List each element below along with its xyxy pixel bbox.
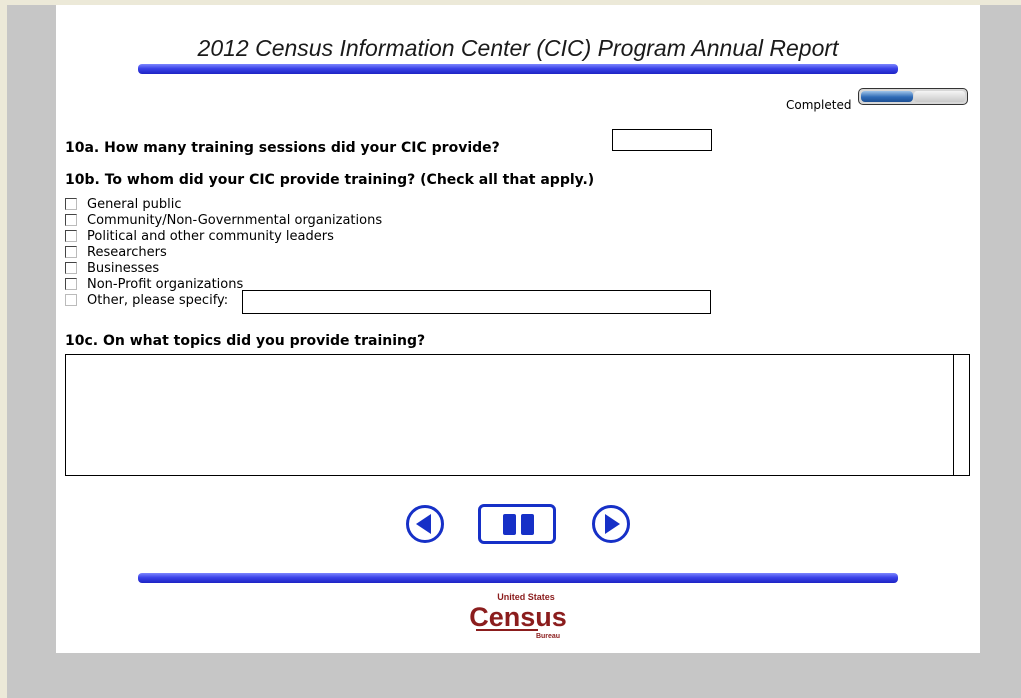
progress-bar-fill — [861, 91, 913, 102]
progress-bar — [858, 88, 968, 105]
checkbox[interactable] — [65, 198, 77, 210]
question-10b-label: 10b. To whom did your CIC provide traini… — [65, 172, 595, 188]
checkbox[interactable] — [65, 246, 77, 258]
option-label: General public — [87, 197, 182, 212]
option-label: Other, please specify: — [87, 293, 229, 308]
logo-united-states: United States — [497, 592, 555, 602]
left-margin — [0, 0, 7, 698]
training-sessions-input[interactable] — [612, 129, 712, 151]
next-arrow-icon[interactable] — [591, 504, 631, 544]
survey-page: 2012 Census Information Center (CIC) Pro… — [56, 5, 980, 653]
page-title: 2012 Census Information Center (CIC) Pro… — [197, 35, 839, 61]
checkbox[interactable] — [65, 278, 77, 290]
option-label: Researchers — [87, 245, 167, 260]
other-specify-input[interactable] — [242, 290, 711, 314]
checkbox[interactable] — [65, 262, 77, 274]
bottom-divider-bar — [138, 573, 898, 583]
top-divider-bar — [138, 64, 898, 74]
logo-census: Census — [469, 602, 567, 632]
pause-button[interactable] — [478, 504, 556, 544]
question-10a-label: 10a. How many training sessions did your… — [65, 140, 500, 156]
textarea-scrollbar[interactable] — [953, 355, 969, 475]
option-label: Community/Non-Governmental organizations — [87, 213, 383, 228]
progress-bar-remaining — [914, 91, 965, 102]
topics-text[interactable] — [66, 355, 952, 473]
option-label: Political and other community leaders — [87, 229, 334, 244]
question-10c-label: 10c. On what topics did you provide trai… — [65, 333, 426, 349]
checkbox[interactable] — [65, 214, 77, 226]
topics-textarea[interactable] — [65, 354, 970, 476]
census-bureau-logo: United States Census Bureau — [469, 592, 567, 640]
logo-bureau: Bureau — [536, 633, 560, 640]
option-label: Businesses — [87, 261, 160, 276]
previous-arrow-icon[interactable] — [405, 504, 445, 544]
progress-label: Completed — [786, 98, 852, 112]
checkbox[interactable] — [65, 294, 77, 306]
option-label: Non-Profit organizations — [87, 277, 244, 292]
checkbox[interactable] — [65, 230, 77, 242]
